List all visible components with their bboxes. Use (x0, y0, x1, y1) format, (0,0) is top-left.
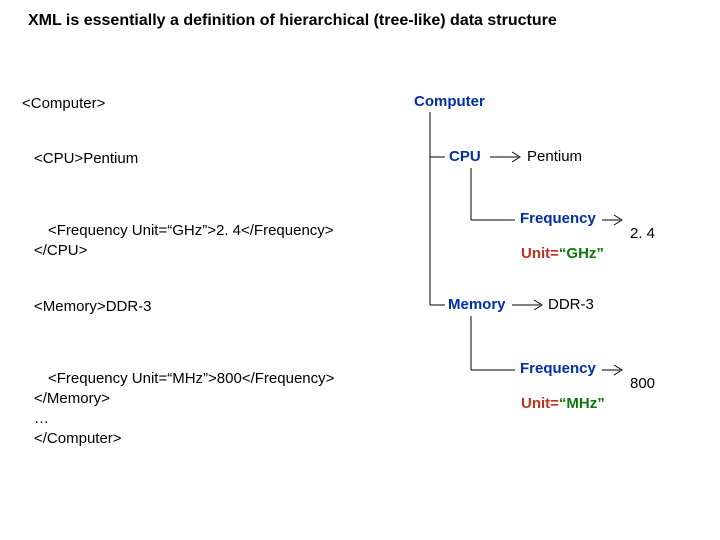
tree-cpu-freq-attr: Unit=“GHz” (521, 245, 604, 262)
tree-memory-value: DDR-3 (548, 296, 594, 313)
tree-connectors (0, 0, 720, 540)
tree-memory-freq-label: Frequency (520, 360, 596, 377)
tree-cpu-freq-label: Frequency (520, 210, 596, 227)
attr-key-unit-2: Unit= (521, 395, 559, 412)
tree-cpu-freq-value: 2. 4 (630, 225, 655, 242)
xml-cpu-open: <CPU>Pentium (34, 150, 138, 167)
attr-val-ghz: “GHz” (559, 245, 604, 262)
xml-cpu-freq: <Frequency Unit=“GHz”>2. 4</Frequency> (48, 222, 334, 239)
attr-val-mhz: “MHz” (559, 395, 605, 412)
xml-ellipsis: … (34, 410, 49, 427)
xml-cpu-close: </CPU> (34, 242, 87, 259)
tree-memory-freq-attr: Unit=“MHz” (521, 395, 605, 412)
attr-key-unit: Unit= (521, 245, 559, 262)
xml-computer-open: <Computer> (22, 95, 105, 112)
tree-memory-freq-value: 800 (630, 375, 655, 392)
tree-cpu-label: CPU (449, 148, 481, 165)
tree-memory-label: Memory (448, 296, 506, 313)
xml-memory-open: <Memory>DDR-3 (34, 298, 152, 315)
xml-computer-close: </Computer> (34, 430, 122, 447)
xml-memory-close: </Memory> (34, 390, 110, 407)
tree-cpu-value: Pentium (527, 148, 582, 165)
xml-memory-freq: <Frequency Unit=“MHz”>800</Frequency> (48, 370, 334, 387)
tree-root-label: Computer (414, 93, 485, 110)
page-title: XML is essentially a definition of hiera… (28, 12, 557, 30)
